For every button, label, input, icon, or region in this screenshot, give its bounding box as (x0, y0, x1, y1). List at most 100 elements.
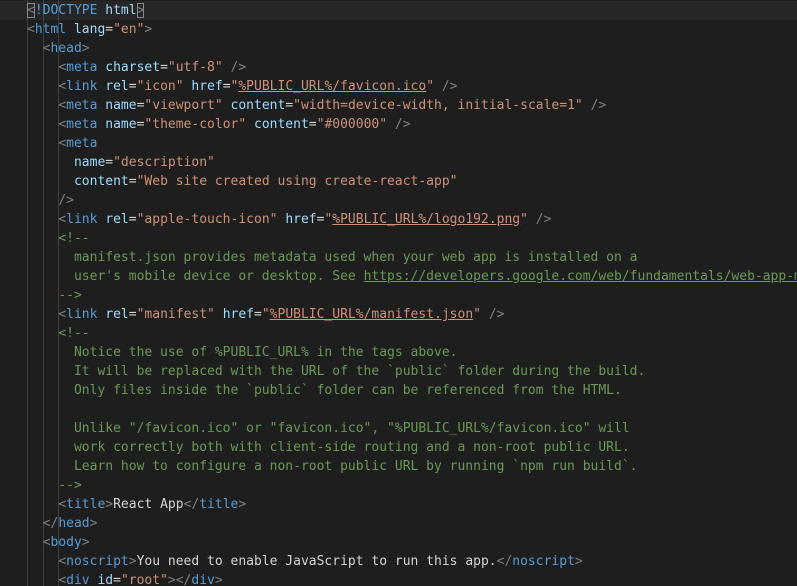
code-string: "en" (113, 22, 145, 37)
code-line[interactable]: <title>React App</title> (27, 495, 797, 514)
code-link[interactable]: https://developers.google.com/web/fundam… (364, 269, 797, 284)
code-punctuation: > (574, 554, 583, 569)
code-comment: Notice the use of %PUBLIC_URL% in the ta… (73, 345, 458, 360)
code-attribute: content (230, 98, 286, 113)
code-punctuation: > (128, 554, 137, 569)
code-line[interactable]: <head> (27, 39, 797, 58)
code-text: = (222, 79, 231, 94)
code-attribute: href (285, 212, 317, 227)
code-line[interactable]: Notice the use of %PUBLIC_URL% in the ta… (27, 343, 797, 362)
code-punctuation: > (89, 516, 98, 531)
code-line[interactable]: <link rel="apple-touch-icon" href="%PUBL… (27, 210, 797, 229)
code-punctuation: /> (394, 117, 411, 132)
code-line[interactable]: Learn how to configure a non-root public… (27, 457, 797, 476)
code-link[interactable]: %PUBLIC_URL%/favicon.ico (238, 79, 426, 94)
code-tag: link (66, 307, 98, 322)
code-text: = (285, 98, 294, 113)
code-punctuation: < (58, 497, 67, 512)
code-line[interactable]: /> (27, 191, 797, 210)
code-line[interactable]: <!-- (27, 324, 797, 343)
code-line[interactable]: </head> (27, 514, 797, 533)
code-string: " (261, 307, 270, 322)
code-attribute: name (73, 155, 106, 170)
code-punctuation: > (81, 41, 90, 56)
code-text: = (308, 117, 317, 132)
code-text: = (105, 22, 114, 37)
code-lines[interactable]: <!DOCTYPE html> <html lang="en"> <head> <… (0, 1, 797, 586)
code-line[interactable]: --> (27, 476, 797, 495)
code-attribute: charset (105, 60, 161, 75)
code-punctuation: ></ (167, 573, 192, 586)
code-line[interactable]: <html lang="en"> (27, 20, 797, 39)
code-editor[interactable]: <!DOCTYPE html> <html lang="en"> <head> <… (0, 0, 797, 586)
code-line[interactable]: It will be replaced with the URL of the … (27, 362, 797, 381)
code-string: "manifest" (136, 307, 215, 322)
code-attribute: name (105, 117, 137, 132)
code-line[interactable]: <link rel="icon" href="%PUBLIC_URL%/favi… (27, 77, 797, 96)
code-comment: It will be replaced with the URL of the … (73, 364, 646, 379)
code-line[interactable]: content="Web site created using create-r… (27, 172, 797, 191)
code-text: = (113, 573, 121, 586)
code-comment: user's mobile device or desktop. See (73, 269, 364, 284)
code-line[interactable]: <link rel="manifest" href="%PUBLIC_URL%/… (27, 305, 797, 324)
code-punctuation: /> (58, 193, 74, 208)
code-punctuation: > (81, 535, 90, 550)
code-tag: title (66, 497, 106, 512)
code-line[interactable]: <body> (27, 533, 797, 552)
code-line[interactable]: <!DOCTYPE html> (0, 1, 797, 20)
code-punctuation: /> (230, 60, 247, 75)
code-punctuation: > (214, 573, 223, 586)
code-string: "Web site created using create-react-app… (136, 174, 458, 189)
code-line[interactable]: <meta (27, 134, 797, 153)
code-line[interactable] (27, 400, 797, 419)
code-string: "root" (120, 573, 168, 586)
code-line[interactable]: Unlike "/favicon.ico" or "favicon.ico", … (27, 419, 797, 438)
code-punctuation: /> (535, 212, 552, 227)
code-line[interactable]: work correctly both with client-side rou… (27, 438, 797, 457)
code-attribute: name (105, 98, 137, 113)
code-line[interactable]: --> (27, 286, 797, 305)
code-line[interactable]: <noscript>You need to enable JavaScript … (27, 552, 797, 571)
code-line[interactable]: <!-- (27, 229, 797, 248)
code-attribute: lang (73, 22, 106, 37)
code-line[interactable]: name="description" (27, 153, 797, 172)
code-string: "description" (113, 155, 215, 170)
code-line[interactable]: manifest.json provides metadata used whe… (27, 248, 797, 267)
code-comment: Learn how to configure a non-root public… (73, 459, 638, 474)
code-text: You need to enable JavaScript to run thi… (136, 554, 497, 569)
code-line[interactable]: Only files inside the `public` folder ca… (27, 381, 797, 400)
code-line[interactable]: <meta name="viewport" content="width=dev… (27, 96, 797, 115)
code-tag: meta (66, 60, 98, 75)
code-punctuation: > (105, 497, 114, 512)
code-line[interactable]: <meta charset="utf-8" /> (27, 58, 797, 77)
code-attribute: html (105, 3, 137, 18)
code-punctuation: < (58, 573, 67, 586)
code-link[interactable]: %PUBLIC_URL%/manifest.json (270, 307, 474, 322)
code-line[interactable]: <div id="root"></div> (27, 571, 797, 586)
code-link[interactable]: %PUBLIC_URL%/logo192.png (332, 212, 520, 227)
code-text: = (128, 174, 137, 189)
code-string: "icon" (136, 79, 184, 94)
code-line[interactable]: <meta name="theme-color" content="#00000… (27, 115, 797, 134)
code-line[interactable]: user's mobile device or desktop. See htt… (27, 267, 797, 286)
